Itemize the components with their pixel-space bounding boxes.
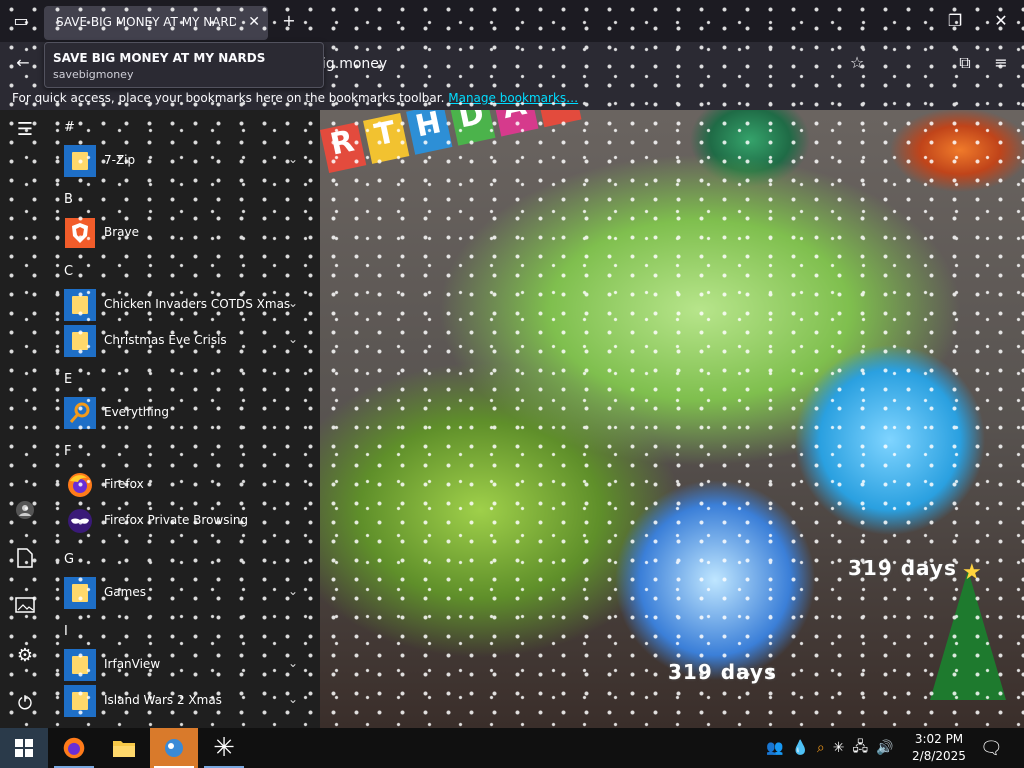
notification-center-icon[interactable]: 🗨 [980, 728, 1003, 768]
close-window-icon[interactable]: ✕ [990, 10, 1012, 32]
tab-bar: ▭ SAVE BIG MONEY AT MY NARDS ✕ + ❐ ✕ [0, 0, 1024, 42]
everything-icon [64, 397, 96, 429]
section-letter[interactable]: F [64, 444, 71, 459]
tray-people-icon[interactable]: 👥 [766, 740, 783, 756]
list-item-christmas-eve-crisis[interactable]: Christmas Eve Crisis ⌄ [62, 324, 312, 358]
app-list: # 7-Zip ⌄ B Brave C Chicken Invaders COT… [50, 110, 320, 728]
clock-date: 2/8/2025 [912, 749, 966, 763]
folder-icon [64, 145, 96, 177]
chevron-down-icon[interactable]: ⌄ [288, 656, 298, 670]
app-label: Firefox Private Browsing [104, 513, 249, 527]
brave-icon [64, 217, 96, 249]
firefox-private-icon [64, 505, 96, 537]
app-label: 7-Zip [104, 153, 136, 167]
settings-gear-icon[interactable]: ⚙ [13, 644, 37, 668]
back-arrow-icon[interactable]: ← [12, 52, 34, 74]
section-letter[interactable]: I [64, 624, 68, 639]
hamburger-menu-icon[interactable]: ☰ [13, 118, 37, 142]
url-bar-text[interactable]: ig.money [322, 56, 387, 72]
bookmarks-hint: For quick access, place your bookmarks h… [12, 91, 578, 105]
list-item-everything[interactable]: Everything [62, 396, 312, 430]
chevron-down-icon[interactable]: ⌄ [288, 152, 298, 166]
bookmark-star-icon[interactable]: ☆ [846, 52, 868, 74]
list-item-irfanview[interactable]: IrfanView ⌄ [62, 648, 312, 682]
christmas-tree [930, 570, 1006, 700]
list-item-brave[interactable]: Brave [62, 216, 312, 250]
tab-active[interactable]: SAVE BIG MONEY AT MY NARDS ✕ [44, 6, 268, 40]
close-icon[interactable]: ✕ [248, 14, 260, 30]
folder-icon [64, 649, 96, 681]
list-item-firefox-private[interactable]: Firefox Private Browsing [62, 504, 312, 538]
snow-globe-countdown-left: 319 days [668, 660, 777, 684]
bookmarks-toolbar: For quick access, place your bookmarks h… [0, 86, 1024, 110]
firefox-view-icon[interactable]: ▭ [10, 10, 32, 32]
list-item-games[interactable]: Games ⌄ [62, 576, 312, 610]
start-rail: ☰ ⚙ ⏻ [0, 110, 50, 728]
clock-time: 3:02 PM [914, 732, 964, 746]
taskbar-file-explorer-icon[interactable] [100, 728, 148, 768]
section-letter[interactable]: # [64, 120, 75, 135]
user-avatar-icon[interactable] [13, 500, 37, 524]
restore-window-icon[interactable]: ❐ [944, 10, 966, 32]
list-item-chicken-invaders[interactable]: Chicken Invaders COTDS Xmas ⌄ [62, 288, 312, 322]
folder-icon [64, 325, 96, 357]
chevron-down-icon[interactable]: ⌄ [288, 332, 298, 346]
folder-icon [64, 685, 96, 717]
taskbar-snow-icon[interactable]: ✳ [200, 728, 248, 768]
bookmarks-hint-text: For quick access, place your bookmarks h… [12, 91, 445, 105]
documents-icon[interactable] [13, 548, 37, 572]
section-letter[interactable]: G [64, 552, 74, 567]
banner-letter: R [320, 122, 367, 174]
tray-volume-icon[interactable]: 🔊 [876, 740, 893, 756]
banner-letter: H [406, 103, 453, 155]
tray-snow-icon[interactable]: ✳ [833, 740, 845, 756]
taskbar-firefox-icon[interactable] [50, 728, 98, 768]
folder-icon [64, 577, 96, 609]
app-label: Games [104, 585, 146, 599]
section-letter[interactable]: B [64, 192, 73, 207]
tray-drop-icon[interactable]: 💧 [791, 740, 808, 756]
list-item-7zip[interactable]: 7-Zip ⌄ [62, 144, 312, 178]
chevron-down-icon[interactable]: ⌄ [288, 584, 298, 598]
pictures-icon[interactable] [13, 596, 37, 620]
tab-tooltip: SAVE BIG MONEY AT MY NARDS savebigmoney [44, 42, 324, 88]
start-menu: ☰ ⚙ ⏻ # 7-Zip ⌄ B Brave C Chicken Invade… [0, 110, 320, 728]
power-icon[interactable]: ⏻ [13, 692, 37, 716]
manage-bookmarks-link[interactable]: Manage bookmarks… [448, 91, 578, 105]
windows-start-icon[interactable] [0, 728, 48, 768]
section-letter[interactable]: C [64, 264, 73, 279]
list-item-firefox[interactable]: Firefox [62, 468, 312, 502]
system-tray: 👥 💧 ⌕ ✳ 🖧 🔊 [766, 728, 894, 768]
app-label: Firefox [104, 477, 144, 491]
star-icon: ★ [962, 560, 982, 585]
chevron-down-icon[interactable]: ⌄ [288, 296, 298, 310]
tray-search-icon[interactable]: ⌕ [817, 740, 825, 756]
app-label: Everything [104, 405, 169, 419]
tray-network-icon[interactable]: 🖧 [852, 736, 868, 760]
folder-icon [64, 289, 96, 321]
tooltip-url: savebigmoney [53, 68, 134, 81]
banner-letter: T [363, 112, 410, 164]
list-item-island-wars[interactable]: Island Wars 2 Xmas ⌄ [62, 684, 312, 718]
app-label: IrfanView [104, 657, 161, 671]
tooltip-title: SAVE BIG MONEY AT MY NARDS [53, 51, 266, 65]
new-tab-button[interactable]: + [278, 10, 300, 32]
menu-icon[interactable]: ≡ [990, 52, 1012, 74]
taskbar-game-icon[interactable] [150, 728, 198, 768]
app-label: Chicken Invaders COTDS Xmas [104, 297, 291, 311]
section-letter[interactable]: E [64, 372, 72, 387]
app-label: Christmas Eve Crisis [104, 333, 227, 347]
app-label: Brave [104, 225, 140, 239]
extensions-icon[interactable]: ⧉ [954, 52, 976, 74]
chevron-down-icon[interactable]: ⌄ [288, 692, 298, 706]
taskbar: ✳ 👥 💧 ⌕ ✳ 🖧 🔊 3:02 PM 2/8/2025 🗨 [0, 728, 1024, 768]
app-label: Island Wars 2 Xmas [104, 693, 222, 707]
firefox-icon [64, 469, 96, 501]
tab-title: SAVE BIG MONEY AT MY NARDS [56, 15, 236, 29]
taskbar-clock[interactable]: 3:02 PM 2/8/2025 [904, 731, 974, 765]
